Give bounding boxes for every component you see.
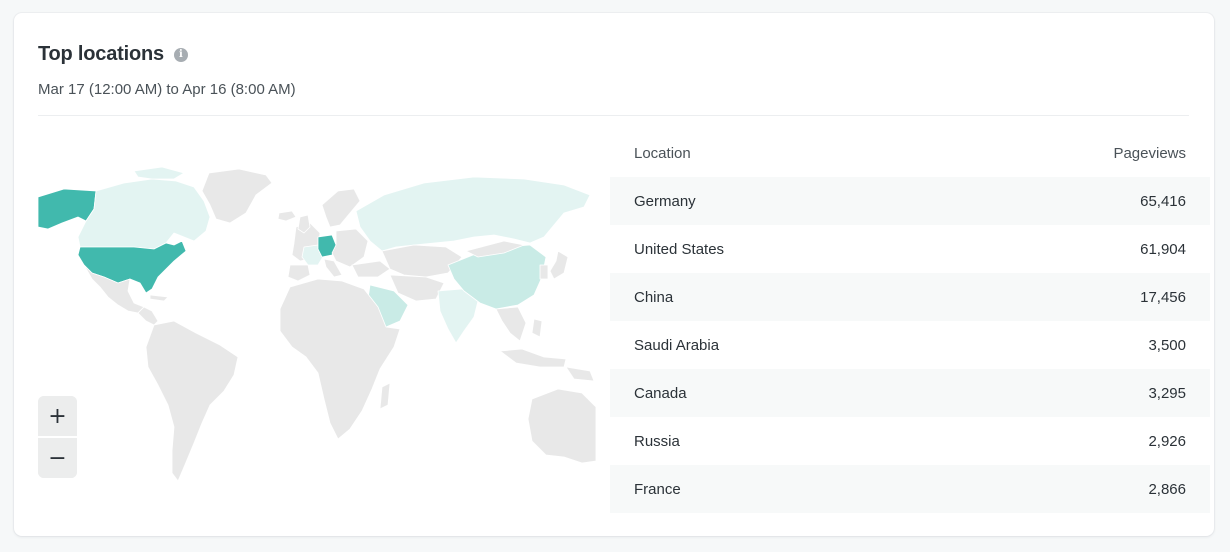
country-cuba[interactable]	[149, 294, 169, 302]
country-canada-islands[interactable]	[133, 166, 185, 180]
country-eastern-europe[interactable]	[331, 228, 369, 268]
title-row: Top locations i	[38, 41, 1189, 67]
table-row[interactable]: Canada 3,295	[610, 369, 1210, 417]
header-divider	[38, 115, 1189, 116]
card-title: Top locations	[38, 42, 164, 65]
pageviews-cell: 3,500	[1148, 336, 1186, 354]
world-map-svg[interactable]	[34, 161, 596, 501]
table-row[interactable]: Germany 65,416	[610, 177, 1210, 225]
table-row[interactable]: Russia 2,926	[610, 417, 1210, 465]
country-scandinavia[interactable]	[321, 188, 361, 228]
table-header: Location Pageviews	[610, 129, 1210, 177]
country-japan[interactable]	[549, 250, 569, 280]
country-korea[interactable]	[539, 264, 549, 280]
country-united-states[interactable]	[77, 240, 187, 294]
pageviews-cell: 61,904	[1140, 240, 1186, 258]
table-row[interactable]: China 17,456	[610, 273, 1210, 321]
location-cell: Russia	[634, 432, 680, 450]
location-cell: Saudi Arabia	[634, 336, 720, 354]
location-cell: United States	[634, 240, 725, 258]
location-cell: France	[634, 480, 681, 498]
country-philippines[interactable]	[531, 318, 543, 338]
table-row[interactable]: France 2,866	[610, 465, 1210, 513]
pageviews-cell: 2,926	[1148, 432, 1186, 450]
country-greenland[interactable]	[201, 168, 273, 224]
zoom-out-button[interactable]: −	[38, 438, 77, 478]
country-southeast-asia[interactable]	[495, 306, 527, 342]
location-cell: Canada	[634, 384, 687, 402]
table-body: Germany 65,416 United States 61,904 Chin…	[610, 177, 1210, 513]
date-range: Mar 17 (12:00 AM) to Apr 16 (8:00 AM)	[38, 81, 296, 98]
country-png[interactable]	[565, 366, 595, 382]
locations-table: Location Pageviews Germany 65,416 United…	[610, 129, 1210, 513]
country-central-america[interactable]	[137, 306, 159, 326]
pageviews-cell: 65,416	[1140, 192, 1186, 210]
table-row[interactable]: Saudi Arabia 3,500	[610, 321, 1210, 369]
zoom-in-button[interactable]: +	[38, 396, 77, 436]
country-turkey[interactable]	[351, 260, 391, 278]
info-icon[interactable]: i	[173, 47, 188, 62]
map-zoom-controls: + −	[38, 396, 77, 478]
card-header: Top locations i Mar 17 (12:00 AM) to Apr…	[38, 41, 1189, 99]
country-madagascar[interactable]	[379, 382, 391, 410]
pageviews-cell: 17,456	[1140, 288, 1186, 306]
pageviews-cell: 2,866	[1148, 480, 1186, 498]
table-row[interactable]: United States 61,904	[610, 225, 1210, 273]
column-header-pageviews[interactable]: Pageviews	[1113, 145, 1186, 162]
location-cell: China	[634, 288, 674, 306]
world-map[interactable]	[34, 161, 596, 501]
country-central-asia[interactable]	[381, 244, 463, 278]
column-header-location[interactable]: Location	[634, 145, 691, 162]
country-indonesia[interactable]	[499, 348, 567, 368]
country-south-america[interactable]	[145, 320, 239, 482]
location-cell: Germany	[634, 192, 696, 210]
pageviews-cell: 3,295	[1148, 384, 1186, 402]
country-australia[interactable]	[527, 388, 596, 464]
country-russia[interactable]	[355, 176, 591, 252]
country-iceland[interactable]	[277, 210, 297, 222]
country-spain[interactable]	[287, 264, 311, 282]
top-locations-card: Top locations i Mar 17 (12:00 AM) to Apr…	[14, 13, 1214, 536]
country-canada[interactable]	[77, 178, 211, 250]
